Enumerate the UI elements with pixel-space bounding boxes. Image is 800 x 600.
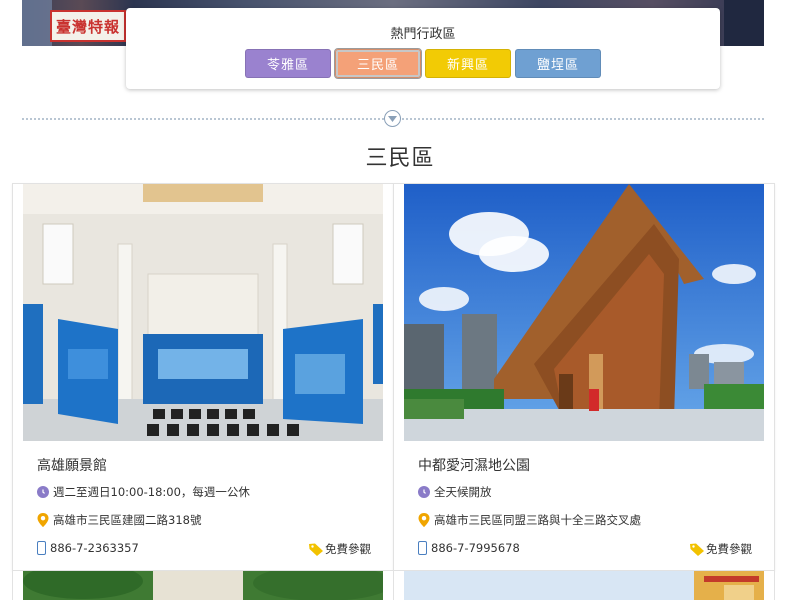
attraction-card-partial[interactable] — [12, 570, 394, 600]
clock-icon — [418, 486, 430, 498]
opening-hours-text: 週二至週日10:00-18:00，每週一公休 — [53, 485, 250, 499]
attraction-card[interactable]: 高雄願景館 週二至週日10:00-18:00，每週一公休 高雄市三民區建國二路3… — [12, 183, 394, 571]
opening-hours-text: 全天候開放 — [434, 485, 492, 499]
banner-shadow — [724, 0, 764, 46]
opening-hours: 週二至週日10:00-18:00，每週一公休 — [37, 484, 250, 500]
phone-icon — [37, 541, 46, 555]
map-pin-icon — [418, 513, 430, 527]
attraction-card-partial[interactable] — [393, 570, 775, 600]
district-button-sanmin[interactable]: 三民區 — [334, 48, 422, 79]
tag-icon — [309, 543, 323, 556]
district-panel: 熱門行政區 苓雅區 三民區 新興區 鹽埕區 — [126, 8, 720, 89]
admission-fee: 免費參觀 — [690, 541, 752, 557]
opening-hours: 全天候開放 — [418, 484, 492, 500]
tag-icon — [690, 543, 704, 556]
section-title: 三民區 — [365, 146, 435, 171]
admission-fee-text: 免費參觀 — [325, 542, 371, 556]
banner-sign: 臺灣特報 — [50, 10, 126, 42]
admission-fee: 免費參觀 — [309, 541, 371, 557]
district-panel-title: 熱門行政區 — [390, 27, 456, 42]
clock-icon — [37, 486, 49, 498]
address-text: 高雄市三民區同盟三路與十全三路交叉處 — [434, 513, 641, 527]
attraction-photo — [23, 571, 383, 600]
district-button-row: 苓雅區 三民區 新興區 鹽埕區 — [245, 48, 601, 79]
banner-light — [22, 0, 52, 46]
address: 高雄市三民區同盟三路與十全三路交叉處 — [418, 512, 641, 528]
address-text: 高雄市三民區建國二路318號 — [53, 513, 202, 527]
phone: 886-7-7995678 — [418, 541, 520, 555]
attraction-photo — [404, 184, 764, 441]
district-button-yancheng[interactable]: 鹽埕區 — [515, 49, 601, 78]
district-button-xinxing[interactable]: 新興區 — [425, 49, 511, 78]
admission-fee-text: 免費參觀 — [706, 542, 752, 556]
map-pin-icon — [37, 513, 49, 527]
address: 高雄市三民區建國二路318號 — [37, 512, 201, 528]
phone-text[interactable]: 886-7-2363357 — [50, 541, 139, 555]
phone: 886-7-2363357 — [37, 541, 139, 555]
attraction-photo — [404, 571, 764, 600]
attraction-card[interactable]: 中都愛河濕地公園 全天候開放 高雄市三民區同盟三路與十全三路交叉處 886-7-… — [393, 183, 775, 571]
attraction-name[interactable]: 高雄願景館 — [37, 455, 107, 475]
phone-text[interactable]: 886-7-7995678 — [431, 541, 520, 555]
phone-icon — [418, 541, 427, 555]
district-button-lingya[interactable]: 苓雅區 — [245, 49, 331, 78]
attraction-photo — [23, 184, 383, 441]
attraction-name[interactable]: 中都愛河濕地公園 — [418, 455, 530, 475]
chevron-down-circle-icon[interactable] — [384, 110, 401, 127]
